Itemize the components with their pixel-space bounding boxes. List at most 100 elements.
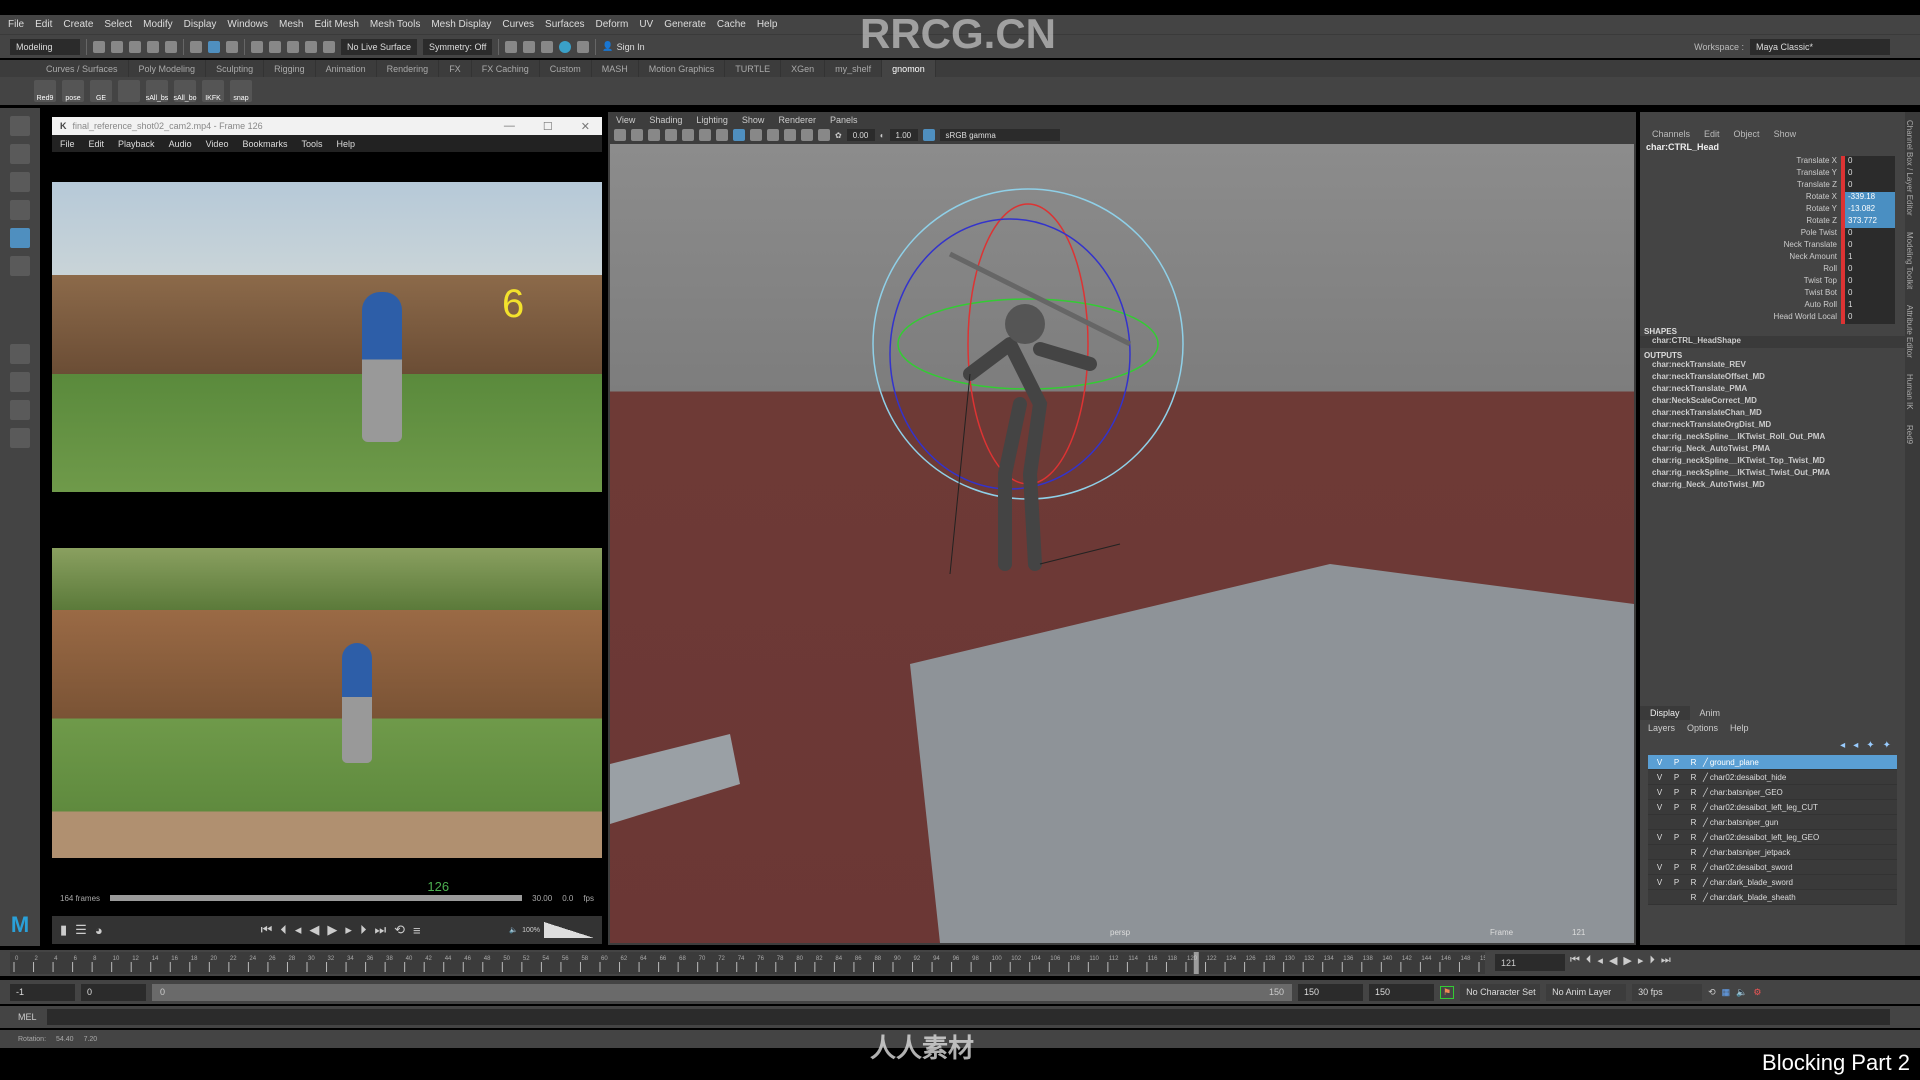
- channel-row[interactable]: Neck Amount 1: [1640, 252, 1895, 264]
- shelf-tab[interactable]: Rendering: [377, 60, 440, 77]
- sound-icon[interactable]: 🔈: [1736, 987, 1747, 998]
- player-menu-item[interactable]: Help: [336, 139, 355, 149]
- layer-menu-item[interactable]: Help: [1730, 723, 1749, 733]
- select-component-icon[interactable]: [226, 40, 238, 53]
- layer-color-swatch[interactable]: ╱: [1703, 848, 1708, 857]
- channel-value[interactable]: 0: [1845, 156, 1895, 168]
- menu-file[interactable]: File: [8, 19, 24, 30]
- layer-row[interactable]: V P R ╱ char02:desaibot_hide: [1648, 770, 1897, 785]
- two-view-icon[interactable]: [10, 400, 30, 420]
- shelf-tab[interactable]: Animation: [316, 60, 377, 77]
- channel-row[interactable]: Head World Local 0: [1640, 312, 1895, 324]
- new-layer-icon[interactable]: ✦: [1866, 740, 1874, 751]
- channel-row[interactable]: Translate X 0: [1640, 156, 1895, 168]
- range-slider[interactable]: 0 150: [152, 983, 1292, 1001]
- layer-row[interactable]: V P R ╱ char:batsniper_GEO: [1648, 785, 1897, 800]
- menu-help[interactable]: Help: [757, 19, 778, 30]
- channel-value[interactable]: 1: [1845, 300, 1895, 312]
- mel-label[interactable]: MEL: [18, 1012, 37, 1022]
- lasso-tool-icon[interactable]: [10, 144, 30, 164]
- shelf-button[interactable]: snap: [230, 80, 252, 102]
- outliner-layout-icon[interactable]: [10, 428, 30, 448]
- view-transform-dropdown[interactable]: sRGB gamma: [939, 129, 1060, 141]
- anim-layer-dropdown[interactable]: No Anim Layer: [1546, 983, 1627, 1001]
- layer-toggle-r[interactable]: R: [1686, 758, 1701, 767]
- player-menu-item[interactable]: Playback: [118, 139, 155, 149]
- isolate-icon[interactable]: [801, 129, 813, 141]
- layer-toggle-v[interactable]: V: [1652, 803, 1667, 812]
- play-icon[interactable]: ▶: [327, 922, 337, 938]
- play-forwards-icon[interactable]: ▶: [1623, 954, 1631, 967]
- layer-toggle-r[interactable]: R: [1686, 773, 1701, 782]
- viewport-menu-item[interactable]: Shading: [649, 115, 682, 125]
- menu-mesh-tools[interactable]: Mesh Tools: [370, 19, 420, 30]
- layer-color-swatch[interactable]: ╱: [1703, 773, 1708, 782]
- seek-bar[interactable]: 126: [110, 879, 523, 901]
- mel-input[interactable]: [46, 1009, 1890, 1025]
- shape-node[interactable]: char:CTRL_HeadShape: [1640, 336, 1905, 348]
- layer-row[interactable]: V P R ╱ ground_plane: [1648, 755, 1897, 770]
- layer-toggle-r[interactable]: R: [1686, 788, 1701, 797]
- menu-edit[interactable]: Edit: [35, 19, 52, 30]
- layer-toggle-v[interactable]: V: [1652, 863, 1667, 872]
- menu-mesh-display[interactable]: Mesh Display: [431, 19, 491, 30]
- shelf-tab[interactable]: Rigging: [264, 60, 316, 77]
- output-node[interactable]: char:neckTranslate_PMA: [1640, 384, 1905, 396]
- viewport-menu-item[interactable]: Panels: [830, 115, 858, 125]
- move-tool-icon[interactable]: [10, 200, 30, 220]
- step-forward-frame-icon[interactable]: ⏵: [1649, 954, 1655, 967]
- next-bookmark-icon[interactable]: ⏵: [360, 922, 367, 938]
- smooth-shade-icon[interactable]: [733, 129, 745, 141]
- shelf-tab[interactable]: XGen: [781, 60, 826, 77]
- layer-toggle-v[interactable]: V: [1652, 833, 1667, 842]
- character-set-dropdown[interactable]: No Character Set: [1460, 983, 1541, 1001]
- channel-row[interactable]: Rotate Y -13.082: [1640, 204, 1895, 216]
- output-node[interactable]: char:rig_Neck_AutoTwist_PMA: [1640, 444, 1905, 456]
- side-tab[interactable]: Modeling Toolkit: [1905, 224, 1914, 297]
- animation-start-field[interactable]: -1: [10, 983, 75, 1001]
- render-settings-icon[interactable]: [541, 40, 554, 53]
- channel-value[interactable]: 0: [1845, 276, 1895, 288]
- shelf-button[interactable]: [118, 80, 140, 102]
- scale-tool-icon[interactable]: [10, 256, 30, 276]
- render-icon[interactable]: [505, 40, 518, 53]
- layer-toggle-v[interactable]: V: [1652, 773, 1667, 782]
- output-node[interactable]: char:neckTranslateOffset_MD: [1640, 372, 1905, 384]
- minimize-icon[interactable]: —: [504, 120, 515, 133]
- four-view-icon[interactable]: [10, 372, 30, 392]
- side-tab[interactable]: Red9: [1905, 417, 1914, 452]
- shelf-tab[interactable]: Poly Modeling: [129, 60, 207, 77]
- menu-mesh[interactable]: Mesh: [279, 19, 303, 30]
- viewport-menu-item[interactable]: View: [616, 115, 635, 125]
- 3d-scene[interactable]: persp Frame 121: [610, 144, 1634, 943]
- channel-row[interactable]: Translate Z 0: [1640, 180, 1895, 192]
- layer-tab[interactable]: Anim: [1690, 706, 1731, 720]
- playback-start-field[interactable]: 0: [81, 983, 146, 1001]
- sign-in-button[interactable]: 👤 Sign In: [602, 41, 644, 52]
- menu-windows[interactable]: Windows: [227, 19, 268, 30]
- shelf-tab[interactable]: Motion Graphics: [639, 60, 726, 77]
- menu-edit-mesh[interactable]: Edit Mesh: [314, 19, 358, 30]
- channel-row[interactable]: Rotate X -339.18: [1640, 192, 1895, 204]
- snap-surface-icon[interactable]: [323, 40, 335, 53]
- menu-curves[interactable]: Curves: [502, 19, 534, 30]
- xray-icon[interactable]: [818, 129, 830, 141]
- output-node[interactable]: char:rig_Neck_AutoTwist_MD: [1640, 480, 1905, 492]
- layer-toggle-p[interactable]: P: [1669, 878, 1684, 887]
- layer-toggle-r[interactable]: R: [1686, 878, 1701, 887]
- time-ticks[interactable]: 0 2 4 6 8 10 12 14 16 18 20 22 24 26 28 30 32 34 36 38 40 42 4…: [10, 952, 1485, 974]
- channel-box-menu-item[interactable]: Object: [1734, 129, 1760, 139]
- shelf-tab[interactable]: MASH: [592, 60, 639, 77]
- maximize-icon[interactable]: ☐: [543, 120, 553, 133]
- undo-icon[interactable]: [147, 40, 159, 53]
- mode-dropdown[interactable]: Modeling: [10, 38, 80, 55]
- snap-curve-icon[interactable]: [269, 40, 281, 53]
- prev-bookmark-icon[interactable]: ⏴: [280, 922, 287, 938]
- shelf-tab[interactable]: gnomon: [882, 60, 936, 77]
- layer-row[interactable]: R ╱ char:dark_blade_sheath: [1648, 890, 1897, 905]
- exposure-field[interactable]: 0.00: [846, 129, 875, 141]
- player-menu-item[interactable]: Edit: [89, 139, 105, 149]
- layer-toggle-r[interactable]: R: [1686, 833, 1701, 842]
- step-forward-icon[interactable]: ▸: [345, 922, 352, 938]
- side-tab[interactable]: Human IK: [1905, 366, 1914, 418]
